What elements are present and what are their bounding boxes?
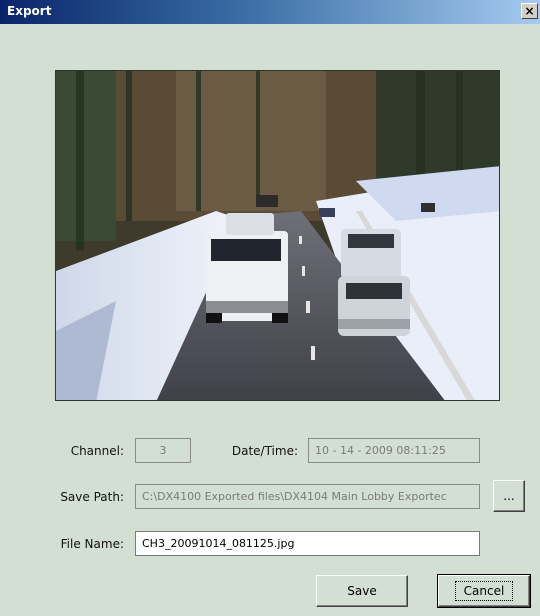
datetime-field: 10 - 14 - 2009 08:11:25 bbox=[308, 438, 480, 463]
channel-label: Channel: bbox=[70, 444, 124, 458]
channel-field: 3 bbox=[135, 438, 191, 463]
browse-button[interactable]: ... bbox=[493, 480, 525, 512]
title-bar[interactable]: Export × bbox=[0, 0, 540, 24]
video-preview-image bbox=[55, 70, 500, 401]
save-button-label: Save bbox=[347, 584, 377, 598]
export-dialog: Export × Channel: 3 Date/Time: 10 - 14 -… bbox=[0, 0, 540, 616]
file-name-input[interactable]: CH3_20091014_081125.jpg bbox=[135, 531, 480, 556]
close-icon: × bbox=[524, 4, 535, 18]
close-button[interactable]: × bbox=[521, 3, 538, 19]
save-path-label: Save Path: bbox=[60, 490, 124, 504]
cancel-button[interactable]: Cancel bbox=[437, 574, 531, 608]
save-path-field: C:\DX4100 Exported files\DX4104 Main Lob… bbox=[135, 484, 480, 509]
save-button[interactable]: Save bbox=[316, 575, 408, 607]
datetime-label: Date/Time: bbox=[231, 444, 298, 458]
browse-button-label: ... bbox=[503, 489, 515, 503]
window-title: Export bbox=[7, 4, 52, 18]
file-name-label: File Name: bbox=[60, 537, 124, 551]
cancel-button-label: Cancel bbox=[454, 581, 514, 601]
